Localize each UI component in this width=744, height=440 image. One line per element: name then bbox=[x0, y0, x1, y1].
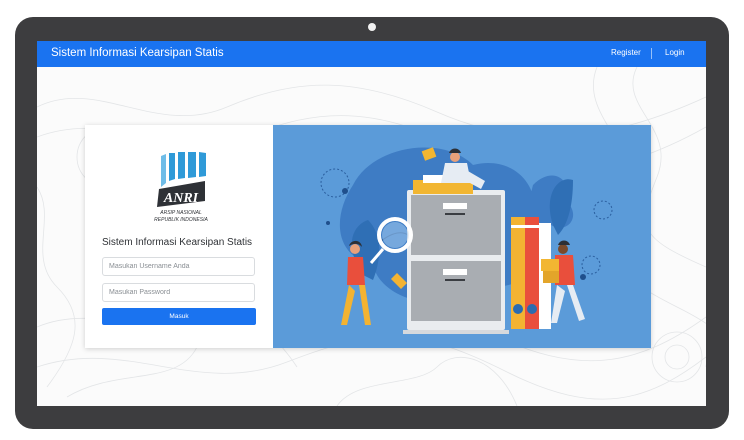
form-title: Sistem Informasi Kearsipan Statis bbox=[102, 237, 253, 248]
hero-illustration bbox=[273, 125, 651, 348]
nav-login-link[interactable]: Login bbox=[665, 48, 685, 57]
logo-text-line2: REPUBLIK INDONESIA bbox=[154, 217, 208, 223]
navbar-brand[interactable]: Sistem Informasi Kearsipan Statis bbox=[51, 47, 224, 59]
password-input[interactable] bbox=[102, 283, 255, 302]
username-input[interactable] bbox=[102, 257, 255, 276]
logo-text-line1: ARSIP NASIONAL bbox=[159, 210, 202, 216]
archive-illustration bbox=[320, 147, 613, 334]
app-screen: Sistem Informasi Kearsipan Statis Regist… bbox=[37, 41, 706, 406]
nav-register-link[interactable]: Register bbox=[611, 48, 641, 57]
anri-logo: ANRI ARSIP NASIONAL REPUBLIK INDONESIA bbox=[154, 152, 208, 223]
filing-cabinet-graphic bbox=[403, 190, 509, 334]
nav-divider bbox=[651, 48, 652, 59]
navbar: Sistem Informasi Kearsipan Statis Regist… bbox=[37, 41, 706, 67]
logo-letters: ANRI bbox=[163, 191, 199, 206]
webcam-dot bbox=[368, 23, 376, 31]
login-panel: ANRI ARSIP NASIONAL REPUBLIK INDONESIA S… bbox=[85, 125, 273, 348]
submit-button[interactable]: Masuk bbox=[102, 308, 256, 325]
login-card: ANRI ARSIP NASIONAL REPUBLIK INDONESIA S… bbox=[85, 125, 651, 348]
